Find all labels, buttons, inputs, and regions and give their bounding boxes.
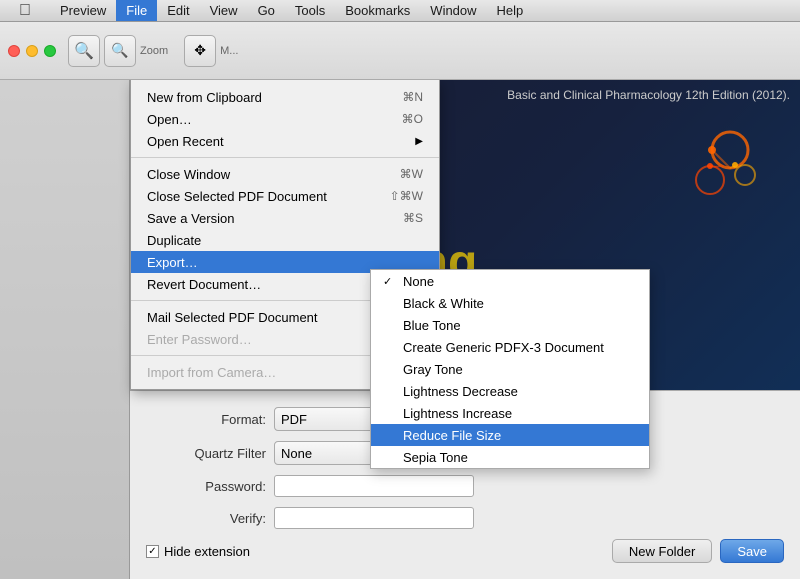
submenu-arrow-icon: ▶ bbox=[415, 136, 423, 147]
document-title: Basic and Clinical Pharmacology 12th Edi… bbox=[507, 88, 790, 102]
verify-row: Verify: bbox=[146, 507, 784, 529]
quartz-option-label: Black & White bbox=[403, 296, 484, 311]
toolbar: 🔍 🔍 Zoom ✥ M... bbox=[0, 22, 800, 80]
menu-save-version[interactable]: Save a Version ⌘S bbox=[131, 207, 439, 229]
menu-preview[interactable]: Preview bbox=[50, 0, 116, 21]
menu-open[interactable]: Open… ⌘O bbox=[131, 108, 439, 130]
password-row: Password: bbox=[146, 475, 784, 497]
menu-close-pdf[interactable]: Close Selected PDF Document ⇧⌘W bbox=[131, 185, 439, 207]
verify-input[interactable] bbox=[274, 507, 474, 529]
quartz-option-8[interactable]: Sepia Tone bbox=[371, 446, 649, 468]
menu-bookmarks[interactable]: Bookmarks bbox=[335, 0, 420, 21]
menu-open-recent[interactable]: Open Recent ▶ bbox=[131, 130, 439, 152]
quartz-option-3[interactable]: Create Generic PDFX-3 Document bbox=[371, 336, 649, 358]
quartz-option-label: Blue Tone bbox=[403, 318, 461, 333]
move-icon: ✥ bbox=[194, 42, 206, 59]
menu-file[interactable]: File bbox=[116, 0, 157, 21]
menu-window[interactable]: Window bbox=[420, 0, 486, 21]
new-folder-button[interactable]: New Folder bbox=[612, 539, 712, 563]
checkmark-icon: ✓ bbox=[383, 275, 399, 288]
menu-new-from-clipboard[interactable]: New from Clipboard ⌘N bbox=[131, 86, 439, 108]
zoom-out-button[interactable]: 🔍 bbox=[68, 35, 100, 67]
quartz-option-label: Lightness Increase bbox=[403, 406, 512, 421]
hide-extension-checkbox[interactable]: ✓ bbox=[146, 545, 159, 558]
menu-section-new: New from Clipboard ⌘N Open… ⌘O Open Rece… bbox=[131, 84, 439, 154]
verify-label: Verify: bbox=[146, 511, 266, 526]
close-button[interactable] bbox=[8, 45, 20, 57]
decorative-graphic bbox=[650, 110, 770, 233]
zoom-label: Zoom bbox=[140, 45, 168, 57]
quartz-option-label: None bbox=[403, 274, 434, 289]
quartz-option-label: Create Generic PDFX-3 Document bbox=[403, 340, 604, 355]
quartz-dropdown: ✓ None Black & White Blue Tone Create Generi… bbox=[370, 269, 650, 469]
minimize-button[interactable] bbox=[26, 45, 38, 57]
title-bar:  Preview File Edit View Go Tools Bookma… bbox=[0, 0, 800, 22]
move-button[interactable]: ✥ bbox=[184, 35, 216, 67]
zoom-out-icon: 🔍 bbox=[74, 41, 94, 61]
maximize-button[interactable] bbox=[44, 45, 56, 57]
apple-menu[interactable]:  bbox=[0, 2, 50, 20]
menu-go[interactable]: Go bbox=[248, 0, 285, 21]
hide-extension-label: Hide extension bbox=[164, 544, 250, 559]
content-area: atzung ers evor Basic an bbox=[0, 80, 800, 579]
menu-divider-1 bbox=[131, 157, 439, 158]
quartz-option-label: Gray Tone bbox=[403, 362, 463, 377]
menu-help[interactable]: Help bbox=[487, 0, 534, 21]
quartz-option-4[interactable]: Gray Tone bbox=[371, 358, 649, 380]
move-label: M... bbox=[220, 45, 238, 57]
menu-close-window[interactable]: Close Window ⌘W bbox=[131, 163, 439, 185]
menu-bar: Preview File Edit View Go Tools Bookmark… bbox=[50, 0, 533, 21]
traffic-lights bbox=[8, 45, 56, 57]
format-label: Format: bbox=[146, 412, 266, 427]
quartz-option-label: Reduce File Size bbox=[403, 428, 501, 443]
dialog-buttons: New Folder Save bbox=[612, 539, 784, 563]
quartz-option-7[interactable]: Reduce File Size bbox=[371, 424, 649, 446]
menu-edit[interactable]: Edit bbox=[157, 0, 199, 21]
quartz-option-label: Sepia Tone bbox=[403, 450, 468, 465]
quartz-option-label: Lightness Decrease bbox=[403, 384, 518, 399]
menu-tools[interactable]: Tools bbox=[285, 0, 335, 21]
quartz-option-2[interactable]: Blue Tone bbox=[371, 314, 649, 336]
sidebar bbox=[0, 80, 130, 579]
zoom-in-button[interactable]: 🔍 bbox=[104, 35, 136, 67]
quartz-option-0[interactable]: ✓ None bbox=[371, 270, 649, 292]
save-button[interactable]: Save bbox=[720, 539, 784, 563]
quartz-option-5[interactable]: Lightness Decrease bbox=[371, 380, 649, 402]
password-input[interactable] bbox=[274, 475, 474, 497]
app-window:  Preview File Edit View Go Tools Bookma… bbox=[0, 0, 800, 579]
menu-view[interactable]: View bbox=[200, 0, 248, 21]
hide-extension-wrap: ✓ Hide extension bbox=[146, 544, 250, 559]
dialog-bottom-bar: ✓ Hide extension New Folder Save bbox=[146, 539, 784, 563]
password-label: Password: bbox=[146, 479, 266, 494]
quartz-filter-label: Quartz Filter bbox=[146, 446, 266, 461]
quartz-option-6[interactable]: Lightness Increase bbox=[371, 402, 649, 424]
zoom-in-icon: 🔍 bbox=[111, 42, 128, 59]
menu-duplicate[interactable]: Duplicate bbox=[131, 229, 439, 251]
quartz-option-1[interactable]: Black & White bbox=[371, 292, 649, 314]
